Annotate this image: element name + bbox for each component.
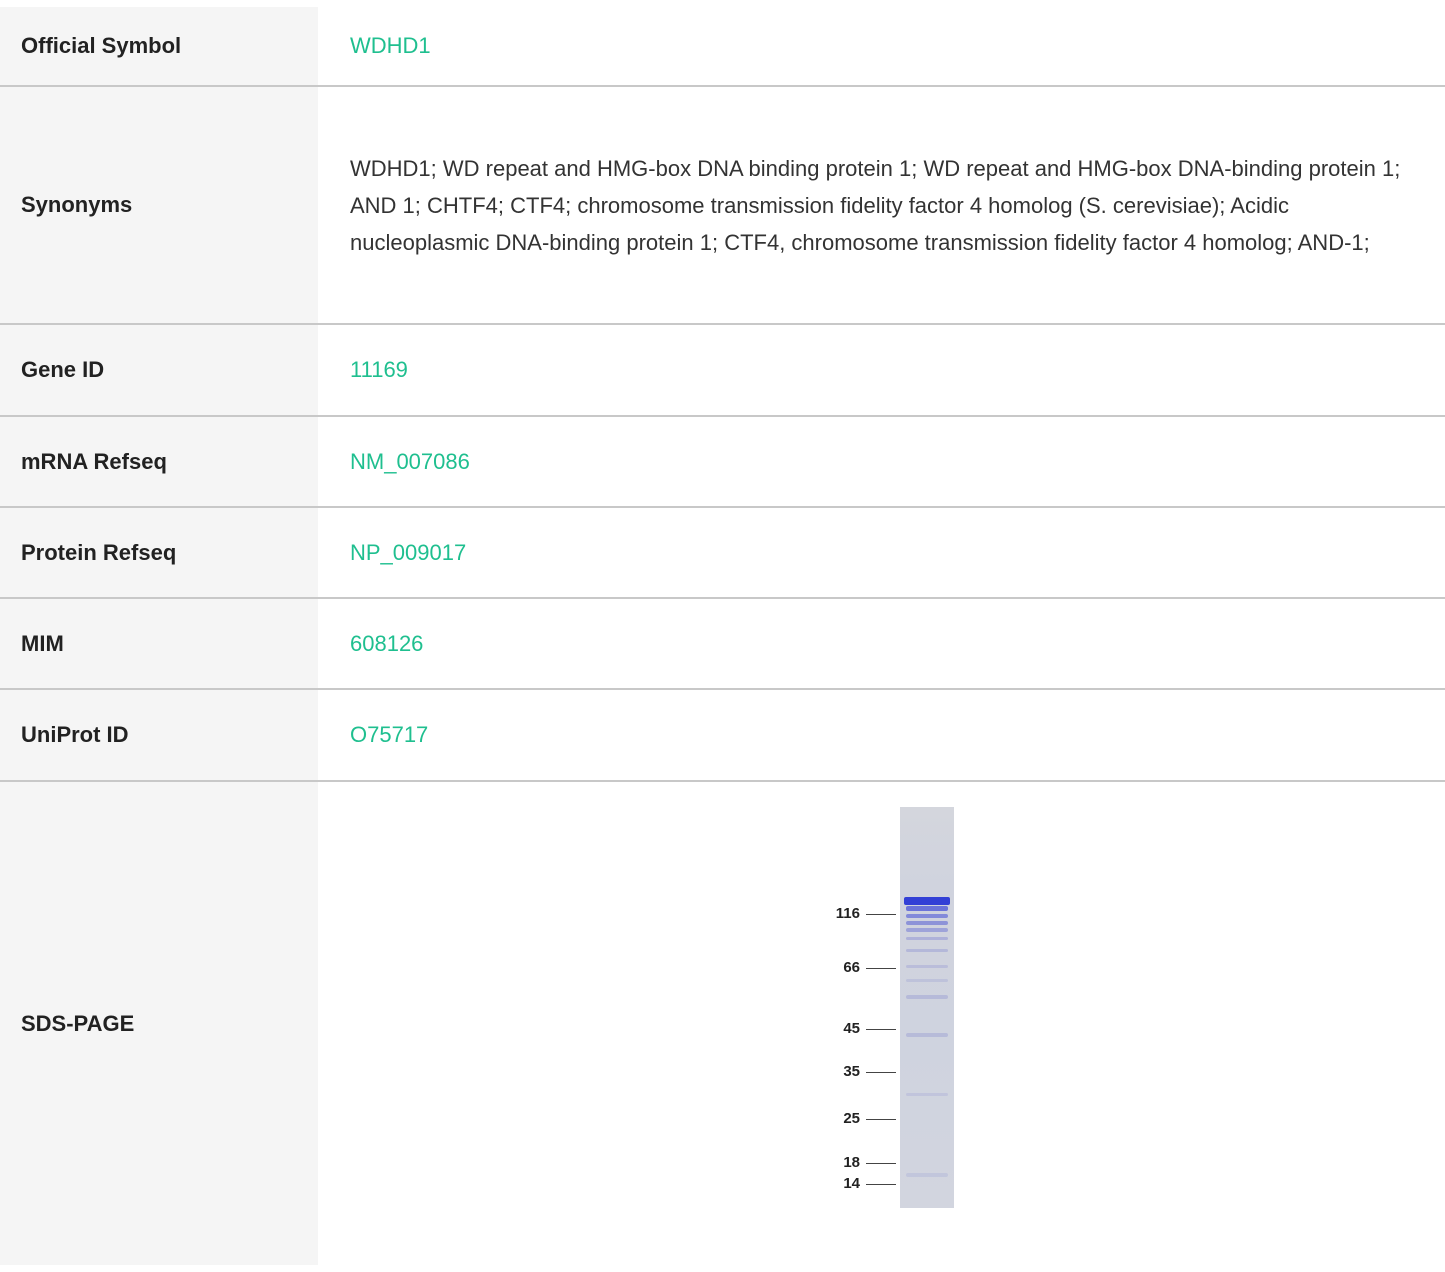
row-uniprot-id: UniProt ID O75717 [0,690,1445,782]
synonyms-label: Synonyms [0,87,318,323]
marker-116-label: 116 [835,905,860,922]
mim-link[interactable]: 608126 [350,631,423,657]
row-mrna-refseq: mRNA Refseq NM_007086 [0,417,1445,508]
gel-band [906,937,948,940]
gel-band-main [904,897,950,905]
gene-info-table: Official Symbol WDHD1 Synonyms WDHD1; WD… [0,0,1445,1265]
official-symbol-label: Official Symbol [0,7,318,85]
mrna-refseq-label: mRNA Refseq [0,417,318,506]
marker-116-tick [866,914,896,915]
marker-25-tick [866,1119,896,1120]
marker-45: 45 [806,1020,896,1040]
gel-band [906,928,948,932]
marker-25-label: 25 [843,1110,860,1127]
mim-label: MIM [0,599,318,688]
gel-band [906,1093,948,1096]
sds-page-gel-image: 116 66 45 35 25 18 14 [806,807,954,1208]
gel-band [906,1033,948,1037]
uniprot-id-value: O75717 [318,690,1445,780]
marker-14-tick [866,1184,896,1185]
uniprot-id-label: UniProt ID [0,690,318,780]
marker-66: 66 [806,959,896,979]
row-synonyms: Synonyms WDHD1; WD repeat and HMG-box DN… [0,87,1445,325]
gel-band [906,921,948,925]
marker-14-label: 14 [843,1175,860,1192]
uniprot-id-link[interactable]: O75717 [350,722,428,748]
sds-page-cell: 116 66 45 35 25 18 14 [318,782,1445,1265]
gel-band [906,979,948,982]
marker-66-label: 66 [843,959,860,976]
sds-page-label: SDS-PAGE [0,782,318,1265]
marker-18-label: 18 [843,1154,860,1171]
marker-116: 116 [806,905,896,925]
gene-id-label: Gene ID [0,325,318,415]
mrna-refseq-link[interactable]: NM_007086 [350,449,470,475]
marker-45-tick [866,1029,896,1030]
row-protein-refseq: Protein Refseq NP_009017 [0,508,1445,599]
row-gene-id: Gene ID 11169 [0,325,1445,417]
mim-value: 608126 [318,599,1445,688]
official-symbol-value: WDHD1 [318,7,1445,85]
mrna-refseq-value: NM_007086 [318,417,1445,506]
marker-18-tick [866,1163,896,1164]
gel-band [906,965,948,968]
synonyms-value: WDHD1; WD repeat and HMG-box DNA binding… [350,155,1401,255]
marker-25: 25 [806,1110,896,1130]
marker-18: 18 [806,1154,896,1174]
marker-35: 35 [806,1063,896,1083]
gel-band [906,1173,948,1177]
protein-refseq-value: NP_009017 [318,508,1445,597]
gel-band [906,914,948,918]
row-sds-page: SDS-PAGE 116 66 45 35 25 18 14 [0,782,1445,1265]
gel-lane [900,807,954,1208]
row-mim: MIM 608126 [0,599,1445,690]
marker-45-label: 45 [843,1020,860,1037]
gel-band [906,949,948,952]
gel-band [906,906,948,911]
official-symbol-link[interactable]: WDHD1 [350,33,431,59]
protein-refseq-link[interactable]: NP_009017 [350,540,466,566]
row-official-symbol: Official Symbol WDHD1 [0,0,1445,87]
gene-id-link[interactable]: 11169 [350,357,408,383]
marker-14: 14 [806,1175,896,1195]
marker-66-tick [866,968,896,969]
protein-refseq-label: Protein Refseq [0,508,318,597]
gel-band [906,995,948,999]
gene-id-value: 11169 [318,325,1445,415]
marker-35-label: 35 [843,1063,860,1080]
marker-35-tick [866,1072,896,1073]
